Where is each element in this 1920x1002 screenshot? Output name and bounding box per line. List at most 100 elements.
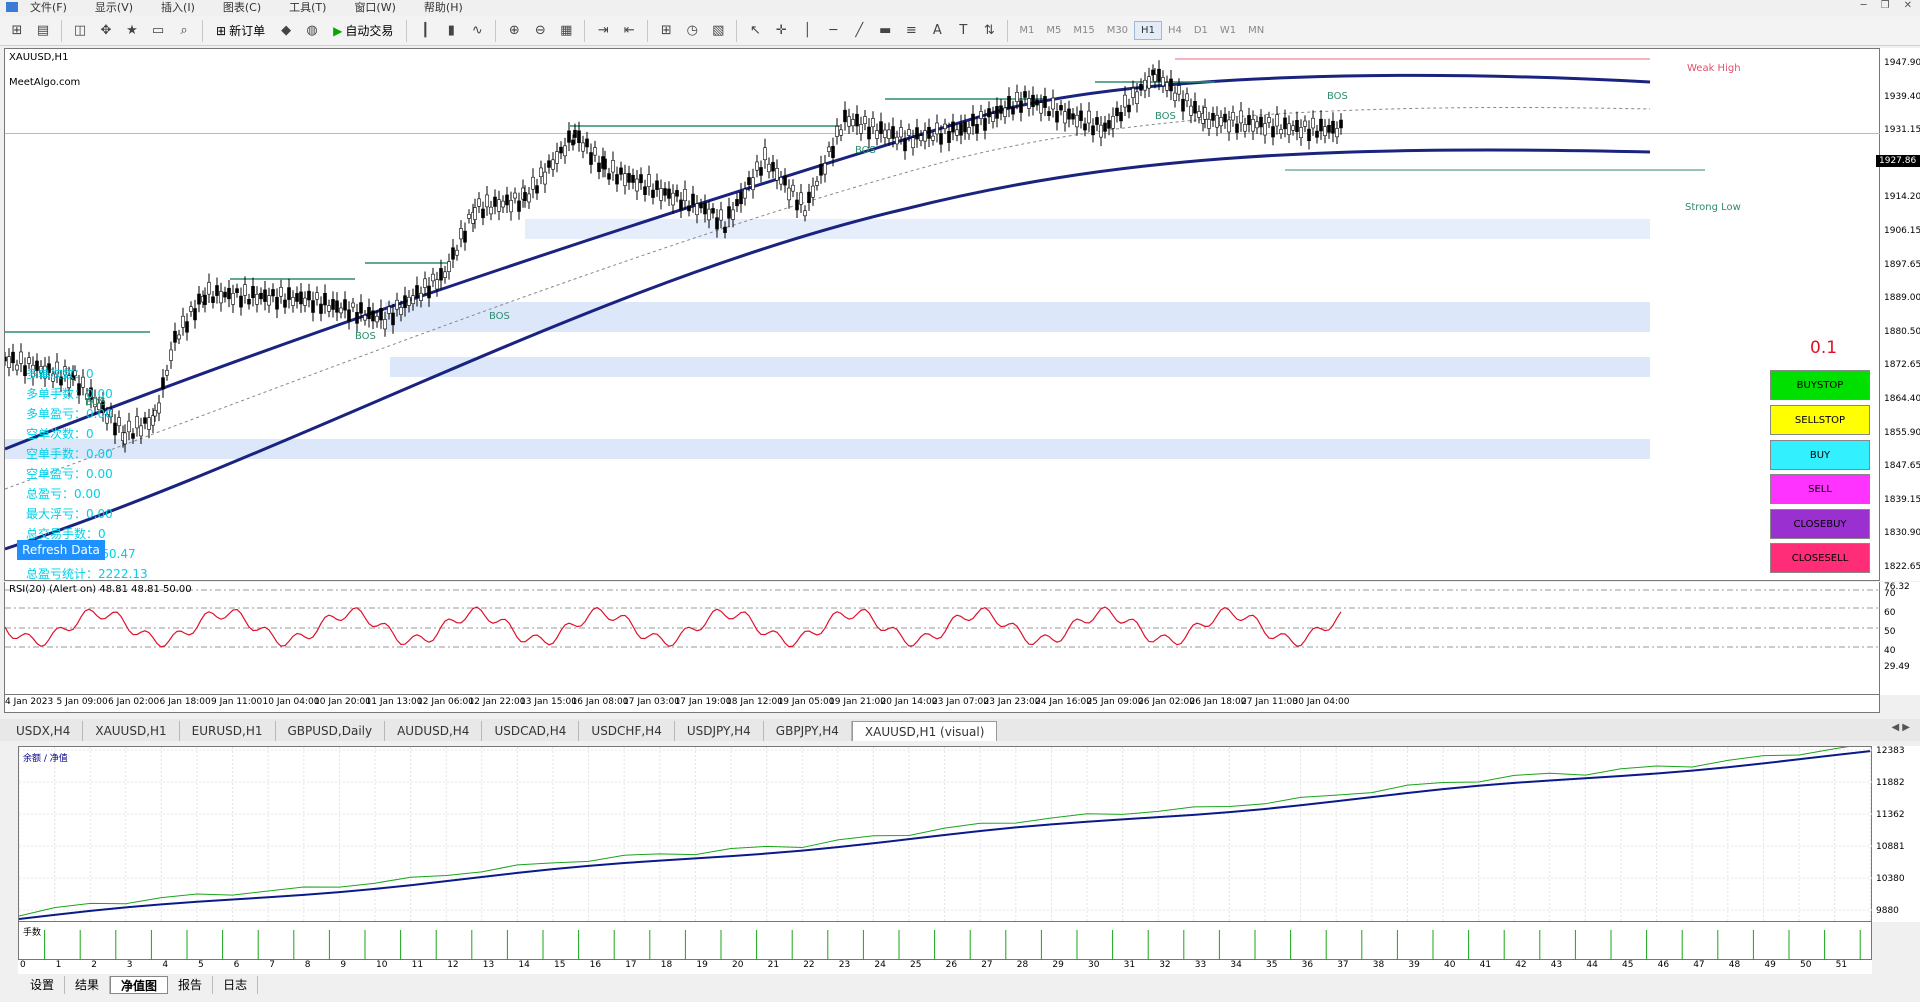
- line-chart-icon[interactable]: ∿: [466, 20, 488, 42]
- candle: [147, 417, 151, 430]
- candle: [509, 200, 513, 213]
- tester-tab[interactable]: 结果: [65, 976, 111, 994]
- tester-tab[interactable]: 设置: [20, 976, 66, 994]
- tf-mn[interactable]: MN: [1242, 22, 1270, 39]
- tf-m15[interactable]: M15: [1067, 22, 1100, 39]
- cursor-icon[interactable]: ↖: [744, 20, 766, 42]
- profiles-icon[interactable]: ▤: [32, 20, 54, 42]
- candle: [535, 185, 539, 194]
- chart-tab[interactable]: USDCHF,H4: [579, 721, 675, 741]
- candle: [259, 292, 263, 300]
- tester-tab[interactable]: 日志: [213, 976, 259, 994]
- menu-insert[interactable]: 插入(I): [161, 0, 195, 15]
- menu-tools[interactable]: 工具(T): [289, 0, 326, 15]
- price-axis: 1947.901939.401931.151922.651914.201906.…: [1880, 48, 1920, 581]
- indicators-icon[interactable]: ⊞: [655, 20, 677, 42]
- templates-icon[interactable]: ▧: [707, 20, 729, 42]
- text-icon[interactable]: A: [926, 20, 948, 42]
- arrows-icon[interactable]: ⇅: [978, 20, 1000, 42]
- meta-editor-icon[interactable]: ◆: [275, 20, 297, 42]
- crosshair-icon[interactable]: ✛: [770, 20, 792, 42]
- price-tick: 1855.90: [1884, 427, 1920, 438]
- autoscroll-icon[interactable]: ⇥: [592, 20, 614, 42]
- candle: [1087, 110, 1091, 124]
- closesell-button[interactable]: CLOSESELL: [1770, 543, 1870, 573]
- trendline-icon[interactable]: ╱: [848, 20, 870, 42]
- chart-shift-icon[interactable]: ⇤: [618, 20, 640, 42]
- new-order-button[interactable]: ⊞ 新订单: [210, 20, 271, 41]
- label-icon[interactable]: T: [952, 20, 974, 42]
- price-tick: 1947.90: [1884, 58, 1920, 68]
- candle: [467, 214, 471, 219]
- tile-windows-icon[interactable]: ▦: [555, 20, 577, 42]
- price-tick: 1880.50: [1884, 326, 1920, 337]
- tester-tab[interactable]: 报告: [168, 976, 214, 994]
- menu-file[interactable]: 文件(F): [30, 0, 67, 15]
- horizontal-line-icon[interactable]: ─: [822, 20, 844, 42]
- price-chart[interactable]: XAUUSD,H1 MeetAlgo.com Weak High Strong …: [4, 48, 1881, 581]
- candle: [315, 292, 319, 300]
- globe-icon[interactable]: ◍: [301, 20, 323, 42]
- chart-tab[interactable]: GBPJPY,H4: [764, 721, 852, 741]
- buy-button[interactable]: BUY: [1770, 440, 1870, 470]
- closebuy-button[interactable]: CLOSEBUY: [1770, 509, 1870, 539]
- tf-w1[interactable]: W1: [1214, 22, 1242, 39]
- tester-tab[interactable]: 净值图: [110, 976, 169, 994]
- periods-icon[interactable]: ◷: [681, 20, 703, 42]
- menu-help[interactable]: 帮助(H): [424, 0, 463, 15]
- tf-d1[interactable]: D1: [1188, 22, 1214, 39]
- tester-icon[interactable]: ⌕: [173, 20, 195, 42]
- close-icon[interactable]: ✕: [1904, 0, 1912, 11]
- trade-index-tick: 17: [625, 960, 637, 970]
- menu-view[interactable]: 显示(V): [95, 0, 133, 15]
- candle: [1111, 116, 1115, 129]
- tf-h4[interactable]: H4: [1162, 22, 1188, 39]
- menu-chart[interactable]: 图表(C): [223, 0, 261, 15]
- rsi-panel[interactable]: RSI(20) (Alert on) 48.81 48.81 50.00: [4, 582, 1881, 695]
- candlestick-icon[interactable]: ▮: [440, 20, 462, 42]
- chart-tab[interactable]: XAUUSD,H1: [83, 721, 180, 741]
- channel-icon[interactable]: ▬: [874, 20, 896, 42]
- refresh-data-button[interactable]: Refresh Data: [17, 540, 105, 560]
- bar-chart-icon[interactable]: ┃: [414, 20, 436, 42]
- candle: [643, 186, 647, 195]
- auto-trading-button[interactable]: ▶ 自动交易: [327, 20, 399, 41]
- chart-tab[interactable]: XAUUSD,H1 (visual): [851, 721, 998, 741]
- buystop-button[interactable]: BUYSTOP: [1770, 370, 1870, 400]
- chart-tab[interactable]: USDJPY,H4: [675, 721, 764, 741]
- zoom-out-icon[interactable]: ⊖: [529, 20, 551, 42]
- candle: [803, 210, 807, 217]
- candle: [819, 163, 823, 176]
- candle: [951, 121, 955, 133]
- restore-icon[interactable]: ❐: [1881, 0, 1890, 11]
- sell-button[interactable]: SELL: [1770, 474, 1870, 504]
- minimize-icon[interactable]: ─: [1861, 0, 1867, 11]
- tf-m1[interactable]: M1: [1013, 22, 1040, 39]
- candle: [1055, 111, 1059, 123]
- candle: [727, 206, 731, 219]
- zoom-in-icon[interactable]: ⊕: [503, 20, 525, 42]
- data-window-icon[interactable]: ✥: [95, 20, 117, 42]
- chart-tab[interactable]: AUDUSD,H4: [385, 721, 483, 741]
- tf-m30[interactable]: M30: [1101, 22, 1134, 39]
- chart-tab[interactable]: GBPUSD,Daily: [276, 721, 386, 741]
- time-tick: 26 Jan 18:00: [1189, 697, 1247, 707]
- tf-m5[interactable]: M5: [1040, 22, 1067, 39]
- sellstop-button[interactable]: SELLSTOP: [1770, 405, 1870, 435]
- navigator-icon[interactable]: ★: [121, 20, 143, 42]
- candle: [1119, 112, 1123, 122]
- market-watch-icon[interactable]: ◫: [69, 20, 91, 42]
- menu-window[interactable]: 窗口(W): [354, 0, 395, 15]
- fibonacci-icon[interactable]: ≡: [900, 20, 922, 42]
- tf-h1[interactable]: H1: [1134, 21, 1162, 40]
- terminal-icon[interactable]: ▭: [147, 20, 169, 42]
- candle: [473, 207, 477, 220]
- chart-tab[interactable]: USDCAD,H4: [482, 721, 580, 741]
- chart-tab[interactable]: EURUSD,H1: [180, 721, 276, 741]
- chart-tab[interactable]: USDX,H4: [4, 721, 84, 741]
- tab-scroll-arrows-icon[interactable]: ◀ ▶: [1891, 722, 1910, 733]
- vertical-line-icon[interactable]: │: [796, 20, 818, 42]
- candle: [1035, 99, 1039, 106]
- new-chart-icon[interactable]: ⊞: [6, 20, 28, 42]
- time-tick: 20 Jan 14:00: [880, 697, 938, 707]
